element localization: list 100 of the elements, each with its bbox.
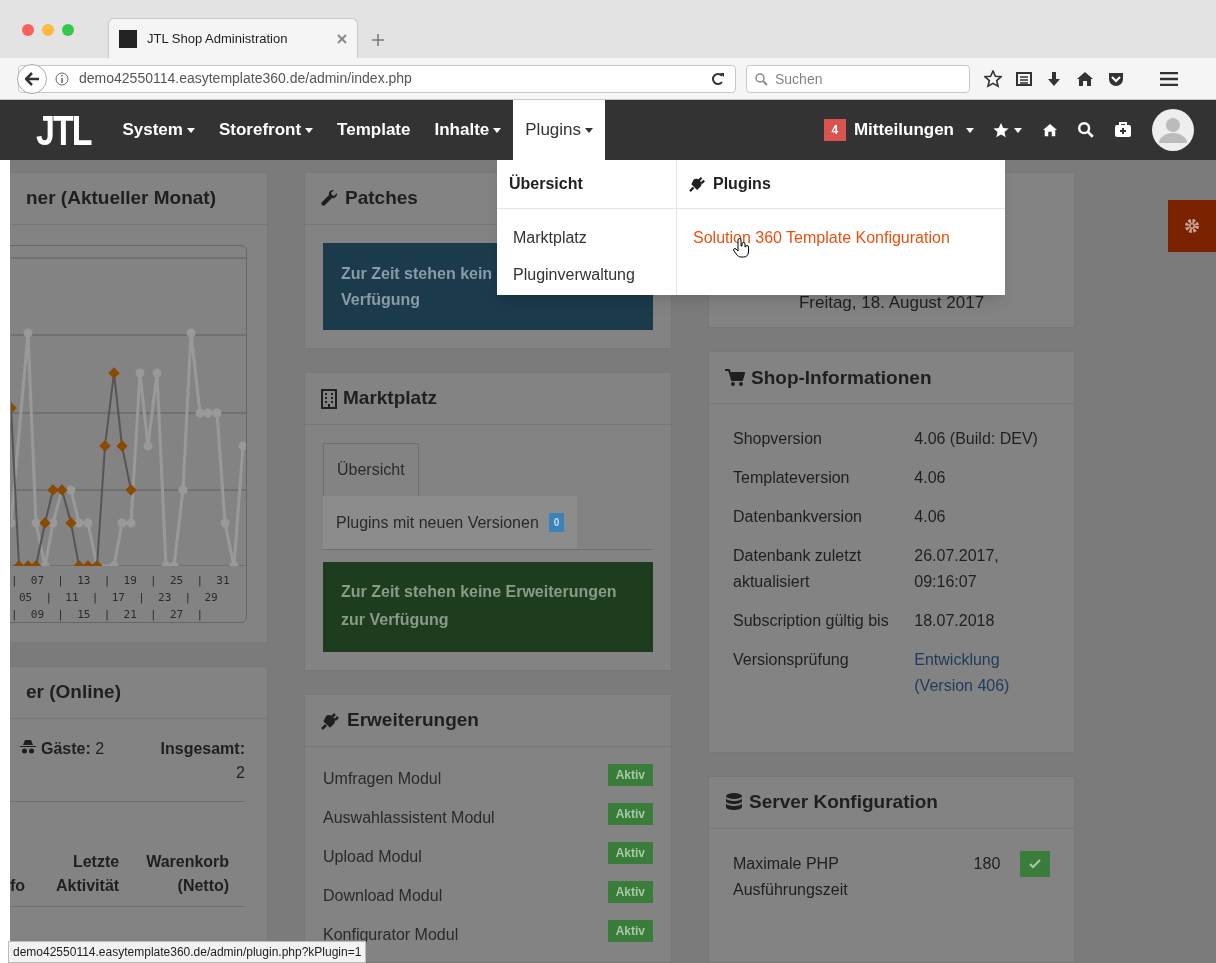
- data-point: [178, 485, 188, 495]
- user-avatar-icon[interactable]: [1152, 109, 1194, 151]
- nav-menu-item[interactable]: Template: [325, 100, 423, 160]
- data-point: [186, 328, 196, 338]
- info-value: 4.06: [914, 468, 947, 489]
- extension-name: Upload Modul: [323, 846, 422, 867]
- search-icon[interactable]: [1078, 122, 1094, 138]
- new-tab-icon[interactable]: [372, 34, 384, 46]
- close-icon[interactable]: [337, 33, 347, 44]
- data-point: [195, 408, 205, 418]
- panel-title: Patches: [345, 186, 418, 211]
- data-point: [116, 440, 128, 452]
- notification-count: 4: [823, 119, 846, 141]
- data-point: [31, 518, 41, 528]
- data-point: [74, 518, 84, 528]
- column-header: fo: [10, 876, 26, 896]
- info-label: Templateversion: [733, 468, 851, 489]
- home-icon[interactable]: [1076, 70, 1094, 87]
- reload-icon[interactable]: [711, 71, 725, 86]
- settings-button[interactable]: [1168, 200, 1216, 252]
- info-label: Datenbankversion: [733, 507, 863, 528]
- data-point: [238, 441, 246, 451]
- extension-name: Auswahlassistent Modul: [323, 807, 495, 828]
- x-axis-labels: 05 | 11 | 17 | 23 | 29: [18, 590, 219, 606]
- panel-title: ner (Aktueller Monat): [26, 186, 217, 211]
- data-point: [48, 518, 58, 528]
- status-badge: Aktiv: [607, 802, 653, 825]
- data-point: [109, 561, 119, 566]
- settings-icon: [1184, 218, 1200, 234]
- download-icon[interactable]: [1046, 70, 1062, 87]
- config-value: 180: [972, 853, 1002, 874]
- extension-name: Download Modul: [323, 885, 443, 906]
- home-icon[interactable]: [1042, 123, 1058, 137]
- caret-icon: [186, 127, 195, 133]
- data-point: [212, 408, 222, 418]
- browser-tab[interactable]: JTL Shop Administration: [108, 18, 358, 58]
- data-point: [11, 518, 16, 528]
- jtl-logo[interactable]: JTL: [36, 98, 91, 162]
- info-label: Shopversion: [733, 429, 823, 450]
- status-badge: Aktiv: [607, 880, 653, 903]
- reading-list-icon[interactable]: [1016, 70, 1032, 87]
- plug-icon: [321, 711, 341, 730]
- caret-icon: [585, 127, 594, 133]
- medkit-icon[interactable]: [1114, 122, 1132, 138]
- url-field[interactable]: demo42550114.easytemplate360.de/admin/index.php: [18, 64, 736, 93]
- nav-menu-item[interactable]: System: [110, 100, 207, 160]
- caret-icon: [493, 127, 502, 133]
- data-point: [108, 367, 120, 379]
- status-badge: Aktiv: [607, 919, 653, 942]
- status-bar-url: demo42550114.easytemplate360.de/admin/plugin.php?kPlugin=1: [8, 941, 367, 963]
- config-label: Maximale PHP Ausführungszeit: [733, 853, 849, 900]
- info-value: 4.06: [914, 507, 947, 528]
- data-point: [11, 402, 17, 414]
- menu-heading: Übersicht: [509, 173, 583, 194]
- data-point: [56, 484, 68, 496]
- status-badge: Aktiv: [607, 763, 653, 786]
- notifications-menu[interactable]: 4 Mitteilungen: [823, 100, 974, 160]
- data-point: [23, 328, 33, 338]
- search-icon: [755, 72, 768, 86]
- building-icon: [321, 388, 337, 409]
- menu-icon[interactable]: [1160, 71, 1178, 86]
- extension-name: Umfragen Modul: [323, 768, 442, 789]
- info-value: 26.07.2017, 09:16:07: [914, 546, 1000, 593]
- bookmark-star-icon[interactable]: [984, 69, 1002, 88]
- info-label: Subscription gültig bis: [733, 611, 890, 632]
- info-icon[interactable]: [55, 71, 69, 86]
- column-header: Letzte Aktivität: [55, 852, 120, 896]
- pocket-icon[interactable]: [1108, 70, 1124, 87]
- x-axis-labels: | 07 | 13 | 19 | 25 | 31: [11, 573, 231, 589]
- search-field[interactable]: Suchen: [746, 64, 970, 93]
- data-point: [65, 517, 77, 529]
- data-point: [125, 484, 137, 496]
- incognito-icon: [20, 739, 36, 755]
- tab[interactable]: Plugins mit neuen Versionen 0: [323, 496, 578, 549]
- guests-count: Gäste: 2: [41, 739, 105, 759]
- wrench-icon: [321, 189, 339, 208]
- panel-title: Shop-Informationen: [751, 365, 932, 390]
- favorites-menu[interactable]: [992, 121, 1022, 139]
- plug-icon: [689, 176, 707, 192]
- data-point: [99, 440, 111, 452]
- info-value: 4.06 (Build: DEV): [914, 429, 1039, 450]
- cart-icon: [725, 368, 745, 387]
- data-point: [66, 485, 76, 495]
- menu-item[interactable]: Solution 360 Template Konfiguration: [693, 219, 989, 256]
- tab-title: JTL Shop Administration: [147, 29, 289, 48]
- back-arrow-icon: [25, 71, 39, 86]
- panel-title: Marktplatz: [343, 386, 437, 411]
- panel-title: Erweiterungen: [347, 708, 479, 733]
- nav-menu-item[interactable]: Plugins: [513, 100, 606, 160]
- url-text: demo42550114.easytemplate360.de/admin/index.php: [79, 69, 413, 88]
- logo-icon: [119, 29, 137, 48]
- nav-menu-item[interactable]: Inhalte: [422, 100, 514, 160]
- nav-menu-item[interactable]: Storefront: [206, 100, 326, 160]
- caret-icon: [1014, 127, 1022, 133]
- menu-heading: Plugins: [713, 174, 771, 194]
- info-label: Datenbank zuletzt aktualisiert: [733, 546, 863, 593]
- date-text: Freitag, 18. August 2017: [798, 291, 985, 314]
- back-button[interactable]: [17, 63, 47, 94]
- database-icon: [725, 792, 743, 812]
- x-axis-labels: | 09 | 15 | 21 | 27 |: [11, 607, 205, 622]
